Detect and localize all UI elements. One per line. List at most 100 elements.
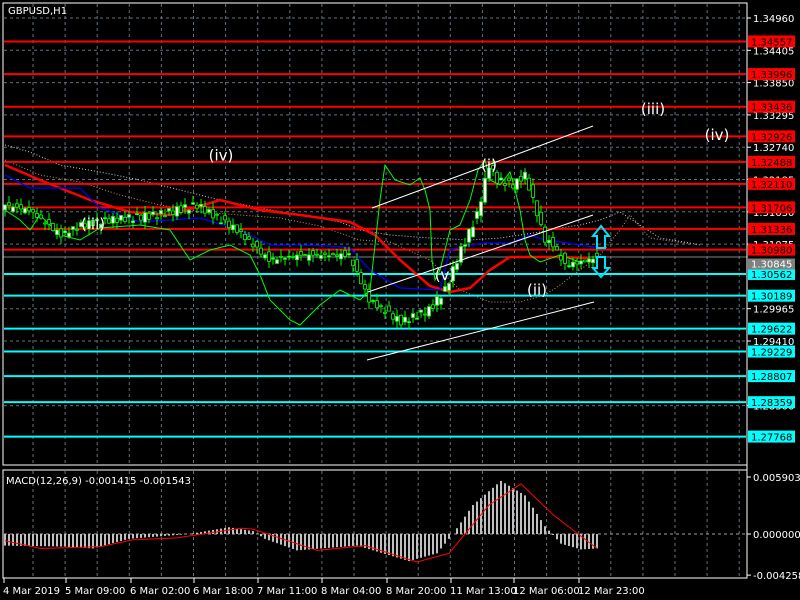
- wave-label: (v): [435, 266, 456, 284]
- candle-body: [11, 206, 15, 212]
- candle-body: [571, 261, 575, 268]
- candle-body: [351, 259, 355, 266]
- candle-body: [259, 247, 263, 255]
- candle-body: [287, 255, 291, 258]
- candle-body: [303, 254, 307, 257]
- candle-body: [343, 249, 347, 257]
- resistance-level-label: 1.33996: [751, 70, 792, 81]
- support-level-label: 1.29622: [751, 325, 792, 336]
- candle-body: [563, 252, 567, 264]
- candle: [227, 217, 231, 235]
- candle-body: [383, 311, 387, 314]
- candle: [291, 252, 295, 260]
- candle-body: [363, 284, 367, 290]
- candle-body: [523, 171, 527, 180]
- candle-body: [331, 253, 335, 256]
- candle-body: [567, 265, 571, 268]
- candle: [499, 172, 503, 181]
- resistance-level-label: 1.32488: [751, 158, 792, 169]
- candle-body: [503, 183, 507, 186]
- candle-body: [511, 184, 515, 189]
- candle: [283, 257, 287, 266]
- candle-body: [395, 316, 399, 322]
- macd-title: MACD(12,26,9) -0.001415 -0.001543: [6, 476, 191, 487]
- candle-body: [227, 220, 231, 228]
- candle-body: [127, 214, 131, 218]
- price-chart[interactable]: (iii) (i) (iv) (iv) (iii) (v) (ii) GBPUSD,H1 1…: [0, 0, 800, 600]
- candle-body: [39, 214, 43, 219]
- candle-body: [423, 313, 427, 316]
- candle: [187, 209, 191, 220]
- candle-body: [131, 220, 135, 224]
- candle: [419, 309, 423, 318]
- candle-body: [327, 255, 331, 258]
- channel-middle-line[interactable]: [367, 214, 594, 293]
- candle: [399, 314, 403, 328]
- macd-histogram: [4, 480, 598, 562]
- candle-body: [535, 200, 539, 217]
- candle: [395, 309, 399, 329]
- candle-body: [463, 244, 467, 247]
- candle-body: [467, 228, 471, 243]
- candle-body: [43, 222, 47, 225]
- candle: [379, 303, 383, 313]
- candle-body: [407, 321, 411, 323]
- candle: [523, 168, 527, 185]
- candle-body: [203, 206, 207, 214]
- candle: [275, 256, 279, 264]
- candle-body: [115, 217, 119, 223]
- candle-body: [35, 213, 39, 218]
- resistance-level-label: 1.31706: [751, 203, 792, 214]
- candle-body: [403, 316, 407, 323]
- candle: [463, 238, 467, 254]
- candle-body: [559, 255, 563, 261]
- candle: [519, 169, 523, 189]
- candle: [11, 203, 15, 214]
- candle: [587, 252, 591, 268]
- candle-body: [295, 254, 299, 261]
- time-tick-label: 12 Mar 06:00: [513, 586, 580, 597]
- candle-body: [311, 250, 315, 256]
- candle-body: [31, 209, 35, 213]
- candle: [271, 252, 275, 265]
- time-tick-label: 5 Mar 09:00: [65, 586, 125, 597]
- candle-body: [355, 259, 359, 272]
- candle: [411, 309, 415, 323]
- candle: [107, 214, 111, 225]
- candle-body: [231, 224, 235, 231]
- candle: [279, 249, 283, 263]
- candle: [431, 299, 435, 312]
- candle: [219, 216, 223, 225]
- time-tick-label: 6 Mar 02:00: [130, 586, 190, 597]
- candle-body: [163, 215, 167, 218]
- candle-body: [191, 202, 195, 205]
- time-tick-label: 7 Mar 11:00: [257, 586, 317, 597]
- candle: [15, 198, 19, 214]
- candle-body: [455, 263, 459, 270]
- candle-body: [435, 296, 439, 306]
- resistance-level-label: 1.31336: [751, 225, 792, 236]
- time-tick-label: 8 Mar 04:00: [321, 586, 381, 597]
- candle-body: [335, 254, 339, 257]
- candle-body: [447, 283, 451, 291]
- resistance-level-label: 1.32926: [751, 132, 792, 143]
- candle-body: [579, 260, 583, 265]
- candle-body: [371, 300, 375, 302]
- candle-body: [419, 309, 423, 313]
- candle-body: [143, 212, 147, 223]
- resistance-level-label: 1.33436: [751, 103, 792, 114]
- candle-body: [339, 253, 343, 260]
- support-level-label: 1.30189: [751, 292, 792, 303]
- candle: [387, 300, 391, 312]
- candle: [235, 224, 239, 235]
- candle: [55, 223, 59, 240]
- time-tick-label: 4 Mar 2019: [3, 586, 60, 597]
- time-tick-label: 12 Mar 23:00: [578, 586, 645, 597]
- candle: [423, 307, 427, 322]
- candle-body: [195, 204, 199, 209]
- candle-body: [275, 259, 279, 264]
- candle-body: [239, 229, 243, 232]
- candle-body: [591, 258, 595, 264]
- candle-body: [211, 209, 215, 219]
- candle-body: [135, 213, 139, 216]
